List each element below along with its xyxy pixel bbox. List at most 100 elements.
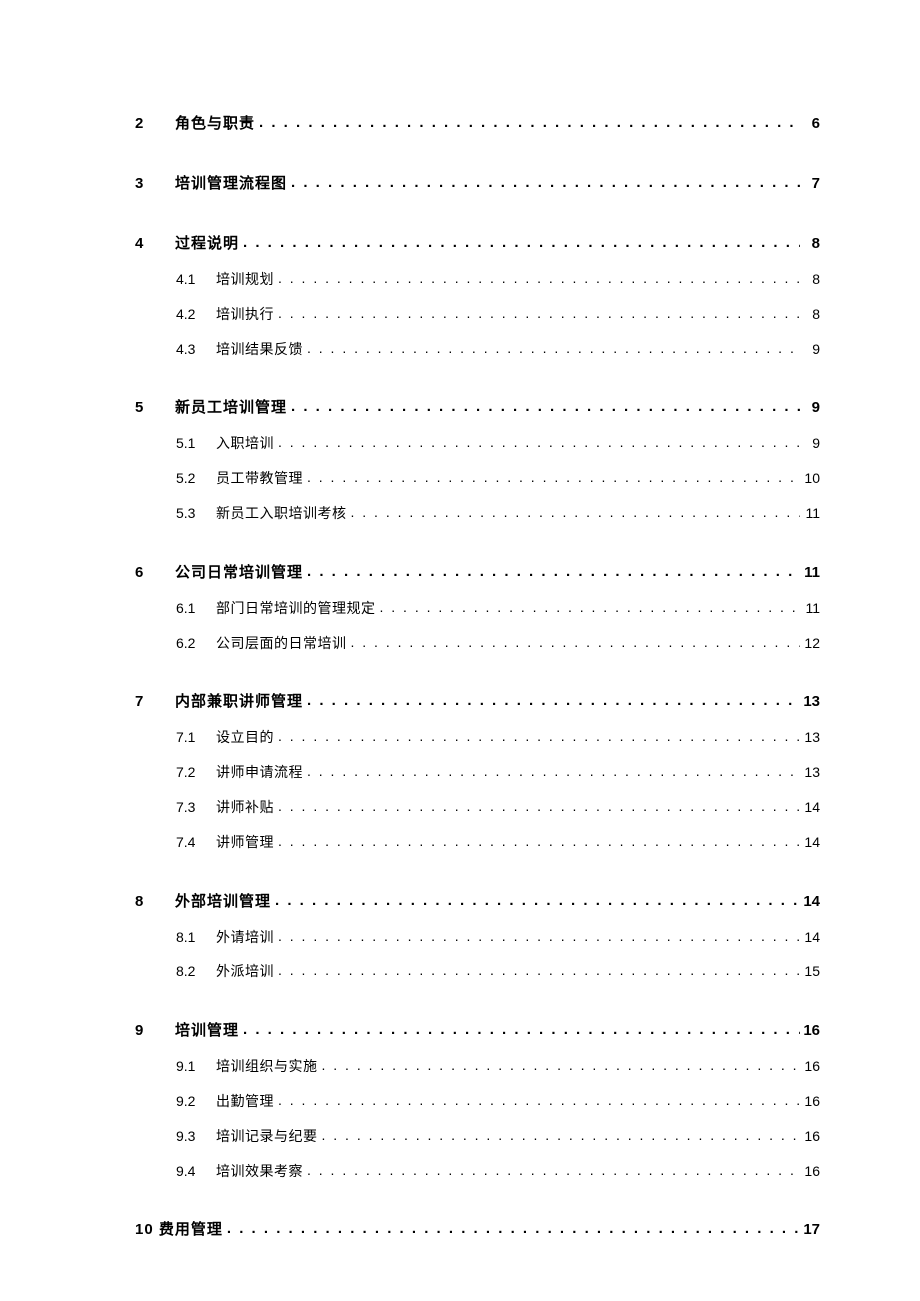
toc-entry-level1: 8外部培训管理14	[135, 893, 820, 911]
toc-page-number: 8	[800, 306, 820, 323]
toc-section: 3培训管理流程图7	[135, 175, 820, 193]
toc-title: 培训效果考察	[216, 1163, 303, 1180]
toc-number: 4.3	[176, 341, 216, 358]
toc-number: 7.1	[176, 729, 216, 746]
toc-entry-level2: 5.2员工带教管理 10	[135, 470, 820, 487]
toc-leader	[239, 1021, 800, 1039]
toc-leader	[271, 892, 800, 910]
toc-number: 8.1	[176, 929, 216, 946]
toc-leader	[287, 174, 800, 192]
toc-leader	[274, 270, 800, 287]
toc-page-number: 15	[800, 963, 820, 980]
toc-number: 9.4	[176, 1163, 216, 1180]
toc-leader	[318, 1057, 801, 1074]
toc-entry-level2: 7.2讲师申请流程13	[135, 764, 820, 781]
toc-number: 5.1	[176, 435, 216, 452]
toc-number: 7.4	[176, 834, 216, 851]
toc-page-number: 16	[800, 1163, 820, 1180]
toc-number: 9.3	[176, 1128, 216, 1145]
toc-leader	[318, 1127, 801, 1144]
toc-title: 培训结果反馈	[216, 341, 303, 358]
toc-title: 外请培训	[216, 929, 274, 946]
toc-leader	[303, 563, 800, 581]
toc-number: 6.1	[176, 600, 216, 617]
toc-title: 讲师管理	[216, 834, 274, 851]
toc-page-number: 14	[800, 893, 820, 911]
toc-leader	[274, 833, 800, 850]
toc-leader	[287, 398, 800, 416]
toc-title: 出勤管理	[216, 1093, 274, 1110]
toc-section: 4过程说明 8 4.1培训规划8 4.2培训执行 8 4.3培训结果反馈9	[135, 235, 820, 357]
toc-number: 8	[135, 893, 175, 911]
toc-leader	[274, 305, 800, 322]
toc-page-number: 12	[800, 635, 820, 652]
toc-number: 7.3	[176, 799, 216, 816]
toc-page-number: 8	[800, 235, 820, 253]
toc-title: 公司层面的日常培训	[216, 635, 347, 652]
toc-entry-level1: 5新员工培训管理9	[135, 399, 820, 417]
toc-title: 员工带教管理	[216, 470, 303, 487]
toc-number: 3	[135, 175, 175, 193]
toc-title: 培训管理流程图	[175, 175, 287, 193]
toc-entry-level2: 5.1入职培训9	[135, 435, 820, 452]
table-of-contents: 2角色与职责63培训管理流程图74过程说明84.1培训规划84.2培训执行84.…	[135, 115, 820, 1239]
toc-page-number: 13	[800, 729, 820, 746]
toc-entry-level2: 9.1培训组织与实施16	[135, 1058, 820, 1075]
toc-page-number: 9	[800, 435, 820, 452]
toc-page-number: 17	[800, 1221, 820, 1239]
toc-entry-level2: 9.2出勤管理16	[135, 1093, 820, 1110]
toc-leader	[274, 962, 800, 979]
toc-section: 10 费用管理17	[135, 1221, 820, 1239]
toc-page-number: 14	[800, 834, 820, 851]
toc-section: 6公司日常培训管理116.1部门日常培训的管理规定116.2公司层面的日常培训1…	[135, 564, 820, 652]
toc-title: 外派培训	[216, 963, 274, 980]
toc-number: 5.2	[176, 470, 216, 487]
toc-number: 8.2	[176, 963, 216, 980]
toc-leader	[274, 798, 800, 815]
toc-page-number: 10	[800, 470, 820, 487]
toc-title: 设立目的	[216, 729, 274, 746]
toc-page-number: 11	[800, 505, 820, 522]
toc-title: 过程说明	[175, 235, 239, 253]
toc-leader	[347, 634, 801, 651]
toc-title: 培训执行	[216, 306, 274, 323]
toc-leader	[347, 504, 801, 521]
toc-entry-level2: 6.2公司层面的日常培训 12	[135, 635, 820, 652]
toc-number: 6.2	[176, 635, 216, 652]
toc-page-number: 14	[800, 799, 820, 816]
toc-number: 4.2	[176, 306, 216, 323]
toc-leader	[303, 469, 800, 486]
toc-entry-level2: 6.1部门日常培训的管理规定11	[135, 600, 820, 617]
toc-leader	[303, 692, 800, 710]
toc-title: 讲师补贴	[216, 799, 274, 816]
toc-page-number: 14	[800, 929, 820, 946]
toc-entry-level2: 4.3培训结果反馈9	[135, 341, 820, 358]
toc-entry-level2: 4.1培训规划8	[135, 271, 820, 288]
toc-entry-level2: 9.3培训记录与纪要16	[135, 1128, 820, 1145]
toc-title: 内部兼职讲师管理	[175, 693, 303, 711]
toc-number: 9	[135, 1022, 175, 1040]
toc-section: 9培训管理169.1培训组织与实施169.2出勤管理169.3培训记录与纪要16…	[135, 1022, 820, 1179]
toc-entry-level2: 7.1设立目的 13	[135, 729, 820, 746]
toc-title: 角色与职责	[175, 115, 255, 133]
toc-leader	[303, 763, 800, 780]
toc-entry-level2: 8.1外请培训 14	[135, 929, 820, 946]
toc-title: 新员工入职培训考核	[216, 505, 347, 522]
toc-title: 讲师申请流程	[216, 764, 303, 781]
toc-title: 新员工培训管理	[175, 399, 287, 417]
toc-number: 4	[135, 235, 175, 253]
toc-page-number: 16	[800, 1058, 820, 1075]
toc-number: 9.1	[176, 1058, 216, 1075]
toc-leader	[255, 114, 800, 132]
toc-number: 6	[135, 564, 175, 582]
toc-entry-level2: 7.3讲师补贴 14	[135, 799, 820, 816]
toc-leader	[376, 599, 801, 616]
toc-leader	[239, 234, 800, 252]
toc-page-number: 13	[800, 764, 820, 781]
toc-leader	[274, 728, 800, 745]
toc-number: 9.2	[176, 1093, 216, 1110]
toc-entry-level1: 3培训管理流程图7	[135, 175, 820, 193]
toc-page-number: 11	[800, 600, 820, 617]
toc-number: 5.3	[176, 505, 216, 522]
toc-leader	[274, 1092, 800, 1109]
